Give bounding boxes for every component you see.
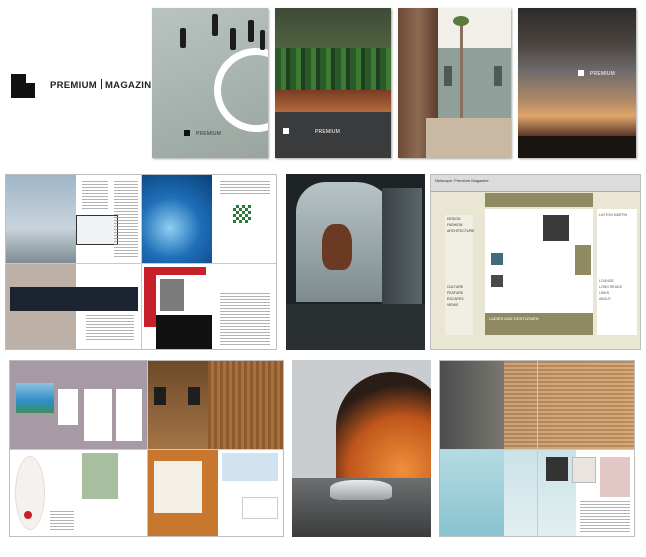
browser-chrome: Netscape: Premium Magazine — [431, 175, 640, 192]
cover-palms-wall — [275, 90, 391, 112]
content-thumbnail[interactable] — [491, 275, 503, 287]
logo-square-icon — [11, 74, 35, 98]
runner-figure — [248, 20, 254, 42]
cover-sunset-land — [518, 136, 636, 158]
content-thumbnail[interactable] — [543, 215, 569, 241]
sidebar-item[interactable]: LAYTON MARTIN — [599, 213, 627, 217]
brand-name: PREMIUM — [50, 80, 97, 91]
spread-editorial-b[interactable] — [9, 360, 284, 537]
cover-label: PREMIUM — [315, 129, 341, 135]
cover-logo-icon — [578, 70, 584, 76]
photo-inset — [76, 215, 118, 245]
text-card — [84, 389, 112, 441]
menu-item[interactable]: VIEWS — [447, 303, 458, 307]
spread-gutter — [537, 361, 538, 536]
road — [286, 304, 425, 350]
browser-screenshot[interactable]: Netscape: Premium Magazine DESIGN FASHIO… — [430, 174, 641, 350]
menu-item[interactable]: DESIGN — [447, 217, 460, 221]
menu-item[interactable]: ARCHITECTURE — [447, 229, 474, 233]
building-window — [444, 66, 452, 86]
photo-figure-card — [58, 389, 78, 425]
photo-bubbles — [142, 175, 212, 263]
building-window — [494, 66, 502, 86]
menu-item[interactable]: CULTURE — [447, 285, 463, 289]
chair — [154, 387, 166, 405]
cover-sunset[interactable]: PREMIUM — [518, 8, 636, 158]
body-text — [82, 181, 108, 211]
runner-figure — [260, 30, 265, 50]
runner-figure — [230, 28, 236, 50]
cover-logo-icon — [283, 128, 289, 134]
sidebar-item[interactable]: LINKS — [599, 291, 609, 295]
menu-item[interactable]: FASHION — [447, 223, 462, 227]
content-accent — [575, 245, 591, 275]
photo-figure — [546, 457, 568, 481]
photo-pool — [16, 383, 54, 413]
sidebar-item[interactable]: ABOUT — [599, 297, 611, 301]
cover-label: PREMIUM — [196, 131, 222, 137]
photo-pink — [600, 457, 630, 497]
menu-item[interactable]: ESCAPES — [447, 297, 464, 301]
body-text — [114, 181, 138, 259]
photo-blue-panel — [222, 453, 278, 481]
cover-building[interactable] — [398, 8, 511, 158]
brand-tagline: MAGAZINE — [104, 80, 159, 91]
body-text — [86, 315, 134, 341]
body-text — [50, 511, 74, 531]
content-thumbnail[interactable] — [491, 253, 503, 265]
browser-title: Netscape: Premium Magazine — [435, 178, 489, 183]
site-banner: LADIES AND GENTLEMEN — [485, 313, 593, 335]
photo-orbit — [156, 315, 212, 349]
photo-wood-panel — [208, 361, 283, 449]
site-sidebar: LAYTON MARTIN LOUNGE LONG READS LINKS AB… — [597, 209, 637, 335]
cover-label: PREMIUM — [590, 71, 616, 77]
runner-figure — [212, 14, 218, 36]
banner-text: LADIES AND GENTLEMEN — [489, 316, 539, 321]
sidebar-item[interactable]: LONG READS — [599, 285, 622, 289]
palm-crown — [453, 16, 469, 26]
brand-wordmark: PREMIUM MAGAZINE — [50, 79, 158, 91]
sidebar-item[interactable]: LOUNGE — [599, 279, 614, 283]
cover-palms[interactable]: PREMIUM — [275, 8, 391, 158]
koi-spot — [24, 511, 32, 519]
cover-building-ground — [426, 118, 511, 158]
menu-item[interactable]: FEATURE — [447, 291, 463, 295]
body-text — [220, 181, 270, 195]
palm-trunk-thin — [460, 22, 463, 118]
car — [330, 480, 392, 500]
cover-palms-road — [275, 112, 391, 158]
spread-editorial-a[interactable] — [5, 174, 277, 350]
spread-editorial-c[interactable] — [439, 360, 635, 537]
photo-object — [160, 279, 184, 311]
body-text — [580, 501, 630, 533]
text-card — [116, 389, 142, 441]
photo-wood-strata — [504, 361, 634, 449]
cover-track-lane — [214, 48, 268, 132]
photo-horse[interactable] — [286, 174, 425, 350]
photo-figures — [10, 287, 138, 311]
cover-logo-icon — [184, 130, 190, 136]
photo-inset — [572, 457, 596, 483]
photo-pattern — [233, 205, 251, 223]
horse-figure — [322, 224, 352, 270]
cover-track[interactable]: PREMIUM — [152, 8, 268, 158]
site-menu: DESIGN FASHION ARCHITECTURE CULTURE FEAT… — [445, 215, 474, 335]
photo-wood-chairs — [148, 361, 208, 449]
spread-divider — [10, 449, 283, 450]
site-header — [485, 193, 593, 207]
photo-object — [242, 497, 278, 519]
chair — [188, 387, 200, 405]
photo-waterfront — [6, 175, 76, 263]
brand-divider — [100, 79, 102, 89]
palm-trees — [275, 48, 391, 93]
photo-car-tunnel[interactable] — [292, 360, 431, 537]
body-text — [220, 293, 270, 345]
runner-figure — [180, 28, 186, 48]
accent-red-bar — [156, 267, 206, 275]
photo-chair — [154, 461, 202, 513]
accent-red-bar — [144, 267, 156, 327]
photo-sea — [440, 450, 504, 536]
photo-green-panel — [82, 453, 118, 499]
